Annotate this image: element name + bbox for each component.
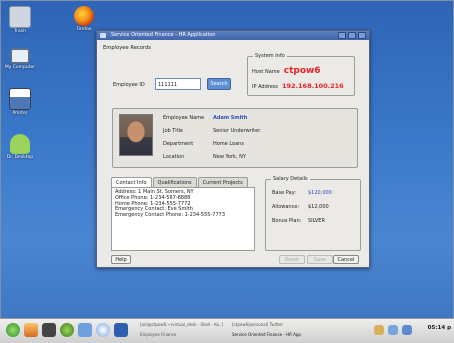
bonus-plan-label: Bonus Plan: (272, 218, 302, 224)
printer-icon (9, 88, 31, 110)
desktop-icon-printer[interactable]: Printer (0, 88, 40, 116)
firefox-icon (74, 6, 94, 26)
dialog-button-bar: Help Reset Save Cancel (111, 255, 359, 264)
employee-id-input[interactable]: 111111 (155, 78, 201, 90)
taskbar-task-finance[interactable]: Employee Finance (140, 331, 224, 339)
taskbar: [anl@ctpow6:~/virtual_desk - Shell - Ko.… (0, 318, 454, 343)
employee-name-label: Employee Name (163, 115, 205, 121)
desktop-icon-firefox[interactable]: Firefox (64, 6, 104, 32)
allowance-row: Allowance: $12,000 (272, 204, 329, 210)
clock[interactable]: 05:14 p (428, 325, 451, 331)
ip-address-value: 192.168.100.216 (282, 82, 344, 90)
base-pay-value: $120,000 (308, 190, 332, 196)
settings-icon[interactable] (60, 323, 74, 337)
home-icon[interactable] (24, 323, 38, 337)
close-icon[interactable] (358, 32, 366, 39)
ip-address-row: IP Address 192.168.100.216 (252, 82, 344, 90)
page-title: Employee Records (103, 45, 151, 51)
base-pay-row: Base Pay: $120,000 (272, 190, 332, 196)
trash-icon (9, 6, 31, 28)
salary-details-group: Salary Details Base Pay: $120,000 Allowan… (265, 176, 361, 251)
location-row: Location New York, NY (163, 154, 246, 160)
save-button[interactable]: Save (307, 255, 333, 264)
employee-name-row: Employee Name Adam Smith (163, 115, 247, 121)
app-icon (100, 33, 106, 38)
terminal-icon[interactable] (42, 323, 56, 337)
department-row: Department Home Loans (163, 141, 244, 147)
desktop-icon-computer[interactable]: My Computer (0, 48, 40, 70)
reset-button[interactable]: Reset (279, 255, 305, 264)
job-title-value: Senior Underwriter (213, 128, 261, 134)
system-info-title: System Info (253, 53, 287, 59)
contact-info-textarea[interactable]: Address: 1 Main St, Somers, NY Office Ph… (111, 187, 255, 251)
tray-icon-2[interactable] (388, 325, 398, 335)
location-label: Location (163, 154, 185, 160)
maximize-icon[interactable] (348, 32, 356, 39)
location-value: New York, NY (213, 154, 246, 160)
employee-photo (119, 114, 153, 156)
tray-icon-3[interactable] (402, 325, 412, 335)
salary-details-title: Salary Details (271, 176, 310, 182)
employee-id-label: Employee ID (113, 82, 145, 88)
browser-icon[interactable] (96, 323, 110, 337)
search-button[interactable]: Search (207, 78, 231, 90)
allowance-value: $12,000 (308, 204, 329, 210)
host-name-row: Host Name ctpow6 (252, 66, 321, 76)
employee-details-panel: Employee Name Adam Smith Job Title Senior … (112, 108, 358, 168)
employee-name-value: Adam Smith (213, 115, 248, 121)
taskbar-task-twitter[interactable]: [ctpow6/personal] Twitter (232, 321, 316, 329)
doctor-icon (10, 134, 30, 154)
window-title: Service Oriented Finance - HR Applicatio… (111, 32, 216, 38)
tray-icon-1[interactable] (374, 325, 384, 335)
cancel-button[interactable]: Cancel (333, 255, 359, 264)
help-button[interactable]: Help (111, 255, 131, 264)
host-name-value: ctpow6 (283, 66, 321, 76)
taskbar-task-hr-app[interactable]: Service Oriented Finance - HR App (232, 331, 316, 339)
job-title-row: Job Title Senior Underwriter (163, 128, 260, 134)
network-icon[interactable] (78, 323, 92, 337)
bonus-plan-value: SILVER (308, 218, 325, 224)
bonus-plan-row: Bonus Plan: SILVER (272, 218, 325, 224)
desktop-switch-icon[interactable] (114, 323, 128, 337)
system-info-group: System Info Host Name ctpow6 IP Address 19… (247, 53, 355, 96)
allowance-label: Allowance: (272, 204, 300, 210)
taskbar-task-shell[interactable]: [anl@ctpow6:~/virtual_desk - Shell - Ko.… (140, 321, 224, 329)
desktop-icon-doctor[interactable]: Dr. Desktop (0, 134, 40, 160)
ip-address-label: IP Address (252, 84, 278, 90)
computer-icon (10, 48, 30, 64)
window-titlebar[interactable]: Service Oriented Finance - HR Applicatio… (97, 31, 369, 40)
department-label: Department (163, 141, 194, 147)
hr-application-window: Service Oriented Finance - HR Applicatio… (96, 30, 370, 268)
host-name-label: Host Name (252, 69, 280, 75)
desktop-icon-trash[interactable]: Trash (0, 6, 40, 34)
minimize-icon[interactable] (338, 32, 346, 39)
department-value: Home Loans (213, 141, 244, 147)
start-menu-icon[interactable] (6, 323, 20, 337)
job-title-label: Job Title (163, 128, 184, 134)
base-pay-label: Base Pay: (272, 190, 296, 196)
contact-line: Emergency Contact Phone: 1-234-555-7773 (115, 212, 225, 219)
